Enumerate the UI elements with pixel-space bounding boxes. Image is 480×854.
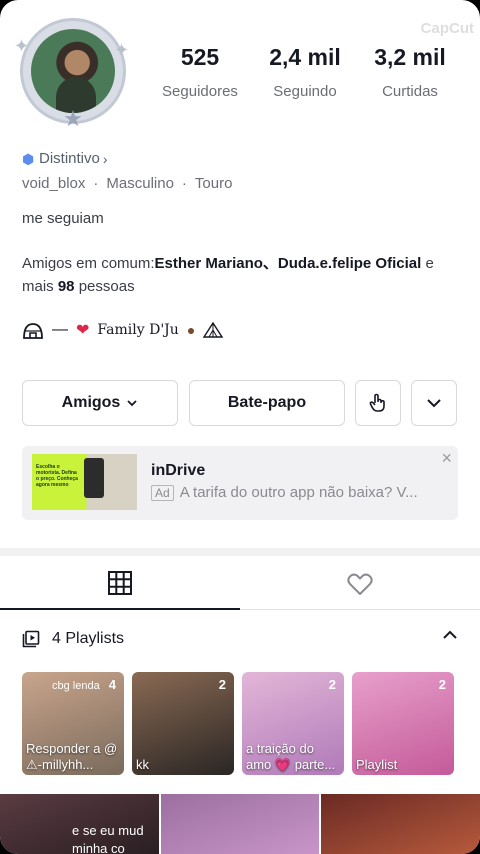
chevron-up-icon[interactable] <box>442 630 458 640</box>
chevron-down-icon <box>127 400 137 407</box>
bio: me seguiam <box>22 210 104 227</box>
more-options-button[interactable] <box>411 380 457 426</box>
ad-thumbnail: Escolha o motorista. Defina o preço. Con… <box>32 454 137 510</box>
playlist-title: kk <box>136 757 149 772</box>
playlist-count: 4 <box>108 677 116 692</box>
share-button[interactable] <box>355 380 401 426</box>
avatar[interactable]: ✦ ✦ ★ <box>14 14 130 130</box>
playlist-count: 2 <box>218 677 226 692</box>
stat-followers[interactable]: 525 Seguidores <box>150 44 250 100</box>
friends-button-label: Amigos <box>61 394 121 411</box>
close-icon[interactable]: × <box>441 448 452 469</box>
mutual-suffix: pessoas <box>74 278 135 295</box>
hexagon-badge-icon: ⬢ <box>22 150 35 167</box>
video-thumbnail[interactable] <box>321 794 480 854</box>
mutual-prefix: Amigos em comum: <box>22 255 155 272</box>
dash: — <box>52 321 68 338</box>
badge-star-icon: ★ <box>63 106 83 131</box>
playlist-top-text: cbg lenda <box>52 680 100 692</box>
playlist-title: Playlist <box>356 757 398 772</box>
chevron-right-icon: › <box>102 150 108 167</box>
profile-tabs <box>0 558 480 610</box>
playlists-row: cbg lenda 4 Responder a @ ⚠-millyhh... 2… <box>22 672 454 775</box>
stat-value: 3,2 mil <box>374 44 446 70</box>
tab-videos[interactable] <box>0 558 240 610</box>
profile-meta: void_blox · Masculino · Touro <box>22 175 232 192</box>
mutual-names: Esther Mariano、Duda.e.felipe Oficial <box>154 255 422 272</box>
playlist-card[interactable]: 2 kk <box>132 672 234 775</box>
playlist-icon <box>22 630 40 648</box>
chevron-down-icon <box>427 399 441 408</box>
share-hand-icon <box>369 393 385 412</box>
phone-graphic <box>84 458 104 498</box>
family-link[interactable]: — ❤ Family D'Ju ● <box>22 320 224 340</box>
section-divider <box>0 548 480 556</box>
playlist-title: Responder a @ ⚠-millyhh... <box>26 741 118 772</box>
playlists-count: 4 Playlists <box>52 630 125 647</box>
chat-button[interactable]: Bate-papo <box>189 380 345 426</box>
badge-label: Distintivo <box>39 150 100 167</box>
heart-icon: ❤ <box>76 322 90 339</box>
ad-title: inDrive <box>151 462 206 479</box>
watermark: CapCut <box>420 20 474 37</box>
igloo-icon <box>23 323 43 339</box>
stat-value: 525 <box>180 44 220 70</box>
playlist-card[interactable]: 2 a traição do amo 💗 parte... <box>242 672 344 775</box>
playlist-card[interactable]: 2 Playlist <box>352 672 454 775</box>
family-name: Family D'Ju <box>97 322 179 338</box>
profile-screen: CapCut ✦ ✦ ★ 525 Seguidores 2,4 mil Segu… <box>0 0 480 854</box>
stat-value: 2,4 mil <box>269 44 341 70</box>
grid-icon <box>108 571 132 595</box>
chat-button-label: Bate-papo <box>227 394 307 411</box>
playlist-title: a traição do amo 💗 parte... <box>246 741 336 772</box>
playlist-card[interactable]: cbg lenda 4 Responder a @ ⚠-millyhh... <box>22 672 124 775</box>
ad-line: Ad A tarifa do outro app não baixa? V... <box>151 484 418 501</box>
mutual-friends[interactable]: Amigos em comum:Esther Mariano、Duda.e.fe… <box>22 252 462 298</box>
star-icon: ✦ <box>114 40 130 60</box>
stat-following[interactable]: 2,4 mil Seguindo <box>255 44 355 100</box>
mutual-count: 98 <box>57 278 75 295</box>
ad-banner[interactable]: Escolha o motorista. Defina o preço. Con… <box>22 446 458 520</box>
bear-icon: ● <box>186 322 196 338</box>
playlists-header[interactable]: 4 Playlists <box>22 630 462 648</box>
tab-liked[interactable] <box>240 558 480 610</box>
video-grid: e se eu mud minha co <box>0 794 480 854</box>
video-thumbnail[interactable] <box>160 794 320 854</box>
heart-outline-icon <box>347 573 373 595</box>
separator-dot: · <box>93 175 99 192</box>
gender: Masculino <box>106 175 174 192</box>
ad-tag: Ad <box>151 484 174 501</box>
stat-label: Seguidores <box>162 83 238 100</box>
tent-icon <box>203 322 224 338</box>
playlist-count: 2 <box>438 677 446 692</box>
star-icon: ✦ <box>14 36 30 56</box>
stats-row: 525 Seguidores 2,4 mil Seguindo 3,2 mil … <box>150 44 460 100</box>
ad-thumb-text: Escolha o motorista. Defina o preço. Con… <box>36 464 78 488</box>
video-thumbnail[interactable]: e se eu mud minha co <box>0 794 159 854</box>
video-caption: e se eu mud minha co <box>72 823 144 854</box>
ad-text: A tarifa do outro app não baixa? V... <box>179 484 418 501</box>
badge-link[interactable]: ⬢ Distintivo › <box>22 150 108 167</box>
stat-label: Seguindo <box>273 83 337 100</box>
separator-dot: · <box>181 175 187 192</box>
avatar-image <box>31 29 115 113</box>
playlist-count: 2 <box>328 677 336 692</box>
stat-likes[interactable]: 3,2 mil Curtidas <box>360 44 460 100</box>
friends-button[interactable]: Amigos <box>22 380 178 426</box>
stat-label: Curtidas <box>382 83 438 100</box>
zodiac-sign: Touro <box>194 175 233 192</box>
username: void_blox <box>22 175 86 192</box>
